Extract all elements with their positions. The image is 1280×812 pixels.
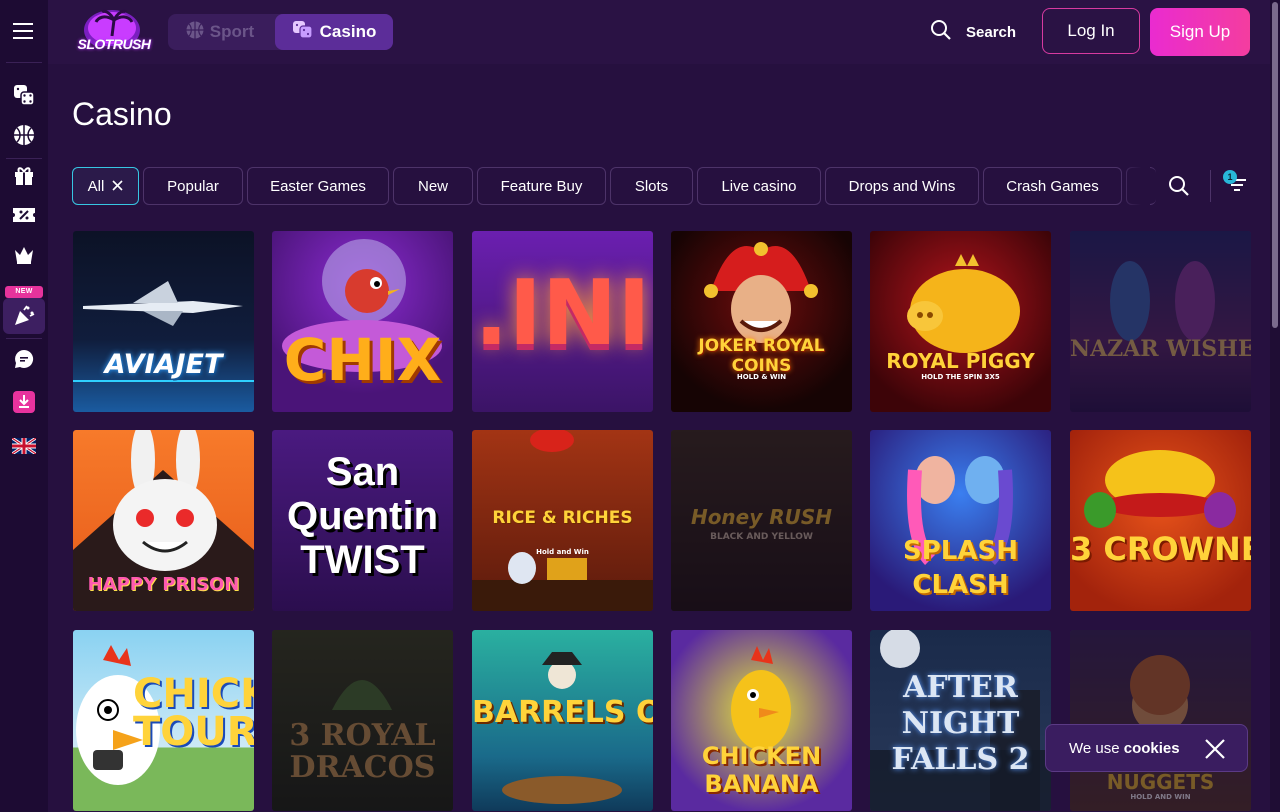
game-title: 3 ROYAL DRACOS xyxy=(289,718,436,785)
cookie-text-prefix: We use xyxy=(1069,740,1124,757)
game-title: AVIAJET xyxy=(104,349,223,380)
dice-icon xyxy=(292,20,314,45)
game-title: HAPPY PRISON xyxy=(87,574,240,595)
crown-icon[interactable] xyxy=(0,236,48,274)
game-title: SPLASH CLASH xyxy=(903,536,1018,600)
chat-icon[interactable] xyxy=(0,340,48,378)
page-title: Casino xyxy=(72,96,172,132)
filter-chip-easter-games[interactable]: Easter Games xyxy=(247,167,389,205)
game-tile-3-crowned-pots[interactable]: 3 CROWNED POTS xyxy=(1070,430,1251,611)
game-tile-splash-clash[interactable]: SPLASH CLASH xyxy=(870,430,1051,611)
game-title: Honey RUSH xyxy=(690,505,833,529)
game-title: JOKER ROYAL COINS xyxy=(698,336,825,376)
filter-chip-crash-games[interactable]: Crash Games xyxy=(983,167,1122,205)
basketball-icon xyxy=(186,21,204,44)
game-title: ROYAL PIGGY xyxy=(886,349,1035,373)
sport-ball-icon[interactable] xyxy=(0,116,48,154)
game-title: CHICKEN BANANA xyxy=(701,742,822,798)
tab-casino-label: Casino xyxy=(319,22,377,41)
game-title: 3 CROWNED POTS xyxy=(1070,530,1251,568)
filter-search-icon[interactable] xyxy=(1168,175,1190,202)
tab-sport-label: Sport xyxy=(209,22,255,41)
game-tile-nuggets[interactable]: NUGGETS HOLD AND WIN xyxy=(1070,630,1251,811)
cookie-notice: We use cookies xyxy=(1045,724,1248,772)
login-button[interactable]: Log In xyxy=(1042,8,1140,54)
tab-sport[interactable]: Sport xyxy=(168,14,272,50)
gift-icon[interactable] xyxy=(0,156,48,194)
filter-chip-new[interactable]: New xyxy=(393,167,473,205)
game-subtitle: BLACK AND YELLOW xyxy=(710,532,813,542)
filter-chip-drops-and-wins[interactable]: Drops and Wins xyxy=(825,167,979,205)
promo-ticket-icon[interactable] xyxy=(0,196,48,234)
header-search-button[interactable]: Search xyxy=(930,18,1016,46)
signup-button[interactable]: Sign Up xyxy=(1150,8,1250,56)
game-title: NUGGETS xyxy=(1106,770,1215,794)
game-tile-chicken-banana[interactable]: CHICKEN BANANA xyxy=(671,630,852,811)
game-subtitle: Hold and Win xyxy=(536,548,589,556)
game-title: CHIX xyxy=(283,326,442,394)
filter-count-badge: 1 xyxy=(1223,170,1237,184)
game-tile-chix[interactable]: CHIX xyxy=(272,231,453,412)
casino-dice-icon[interactable] xyxy=(0,76,48,114)
filter-chip-live-casino[interactable]: Live casino xyxy=(697,167,821,205)
game-subtitle: HOLD AND WIN xyxy=(1130,793,1191,801)
search-label: Search xyxy=(966,23,1017,41)
close-icon[interactable] xyxy=(1204,738,1226,764)
game-tile-happy-prison[interactable]: HAPPY PRISON xyxy=(73,430,254,611)
cookie-link[interactable]: cookies xyxy=(1124,740,1180,757)
menu-icon[interactable] xyxy=(0,12,48,50)
sidebar: NEW xyxy=(0,0,48,812)
game-title: .INI xyxy=(474,261,651,366)
game-tile-san-quentin-twist[interactable]: San Quentin TWIST xyxy=(272,430,453,611)
game-title: San Quentin TWIST xyxy=(286,450,439,582)
search-icon xyxy=(930,19,952,45)
filter-chip-slots[interactable]: Slots xyxy=(610,167,693,205)
game-title: AFTER NIGHT FALLS 2 xyxy=(891,670,1030,777)
game-tile-aviajet[interactable]: AVIAJET xyxy=(73,231,254,412)
game-tile-honey-rush[interactable]: Honey RUSH BLACK AND YELLOW xyxy=(671,430,852,611)
game-tile-joker-royal-coins[interactable]: JOKER ROYAL COINS HOLD & WIN xyxy=(671,231,852,412)
chip-label: All xyxy=(87,177,105,195)
chip-scroll-fade xyxy=(1120,160,1150,210)
game-title: BARRELS OF RICHES xyxy=(472,695,653,730)
game-title: NAZAR WISHES xyxy=(1070,336,1251,362)
filter-chip-popular[interactable]: Popular xyxy=(143,167,243,205)
game-title: CHICK TOUR xyxy=(133,671,254,755)
game-tile-nazar-wishes[interactable]: NAZAR WISHES xyxy=(1070,231,1251,412)
filter-chip-all[interactable]: All xyxy=(72,167,139,205)
game-tile-3-royal-dracos[interactable]: 3 ROYAL DRACOS xyxy=(272,630,453,811)
scrollbar-thumb[interactable] xyxy=(1272,2,1278,328)
uk-flag-icon[interactable] xyxy=(0,427,48,465)
game-title: RICE & RICHES xyxy=(492,508,633,528)
game-tile-barrels-of-riches[interactable]: BARRELS OF RICHES xyxy=(472,630,653,811)
game-tile-chick-tour[interactable]: CHICK TOUR xyxy=(73,630,254,811)
game-tile-after-night-falls-2[interactable]: AFTER NIGHT FALLS 2 xyxy=(870,630,1051,811)
tab-casino[interactable]: Casino xyxy=(275,14,393,50)
game-subtitle: HOLD & WIN xyxy=(736,373,787,381)
logo[interactable]: SLOTRUSH xyxy=(74,6,154,58)
cookie-text: We use cookies xyxy=(1069,740,1180,757)
game-tile-rice-riches[interactable]: RICE & RICHES Hold and Win xyxy=(472,430,653,611)
download-app-icon[interactable] xyxy=(0,383,48,421)
game-tile-ini[interactable]: .INI xyxy=(472,231,653,412)
game-subtitle: HOLD THE SPIN 3X5 xyxy=(921,373,1000,381)
clear-filter-icon[interactable] xyxy=(112,178,123,195)
filter-chip-feature-buy[interactable]: Feature Buy xyxy=(477,167,606,205)
filter-divider xyxy=(1210,170,1211,202)
logo-text: SLOTRUSH xyxy=(77,36,152,52)
product-switcher: Sport Casino xyxy=(168,14,393,50)
party-popper-icon[interactable] xyxy=(0,297,48,335)
game-tile-royal-piggy[interactable]: ROYAL PIGGY HOLD THE SPIN 3X5 xyxy=(870,231,1051,412)
